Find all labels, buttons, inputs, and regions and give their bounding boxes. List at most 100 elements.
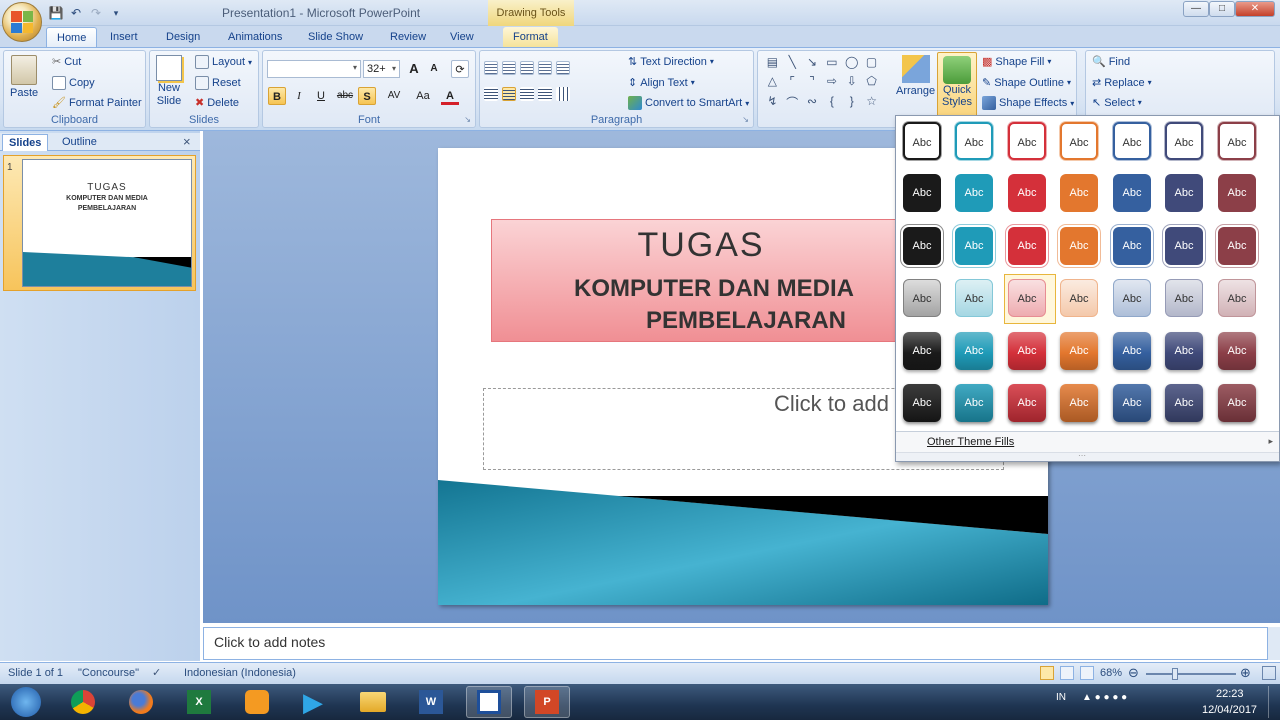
notes-scrollbar[interactable] [1268,627,1280,660]
quick-style-swatch[interactable]: Abc [903,227,941,265]
font-color-button[interactable]: A [441,87,459,105]
align-text-button[interactable]: ⇕ Align Text ▾ [628,76,695,90]
font-name-input[interactable]: ▾ [267,60,361,78]
notes-pane[interactable]: Click to add notes [203,627,1268,660]
zoom-level[interactable]: 68% [1100,667,1122,679]
slide-sorter-icon[interactable] [1060,666,1074,680]
font-size-input[interactable]: 32+ ▾ [363,60,400,78]
decrease-indent-icon[interactable] [520,61,534,75]
quick-style-swatch[interactable]: Abc [1113,332,1151,370]
shape-outline-button[interactable]: ✎ Shape Outline ▾ [982,76,1071,90]
shrink-font-button[interactable]: A [425,60,443,78]
increase-indent-icon[interactable] [538,61,552,75]
convert-to-smartart-button[interactable]: Convert to SmartArt ▾ [628,96,749,110]
quick-style-swatch[interactable]: Abc [1165,384,1203,422]
quick-style-swatch[interactable]: Abc [1060,227,1098,265]
show-desktop-button[interactable] [1268,686,1278,718]
dialog-launcher-icon[interactable]: ↘ [742,115,749,124]
quick-style-swatch[interactable]: Abc [1060,384,1098,422]
character-spacing-button[interactable]: AV [381,87,407,105]
zoom-slider[interactable] [1146,673,1236,675]
tray-icons[interactable]: ▲ ● ● ● ● [1082,692,1127,703]
taskbar-powerpoint[interactable]: P [524,686,570,718]
text-shadow-button[interactable]: S [358,87,376,105]
taskbar-firefox[interactable] [118,686,164,718]
language[interactable]: Indonesian (Indonesia) [184,667,296,679]
tab-format[interactable]: Format [503,27,558,47]
tab-review[interactable]: Review [380,27,436,47]
quick-style-swatch[interactable]: Abc [1060,279,1098,317]
quick-style-swatch[interactable]: Abc [955,174,993,212]
slide-thumbnail[interactable]: TUGAS KOMPUTER DAN MEDIA PEMBELAJARAN [22,159,192,287]
quick-style-swatch[interactable]: Abc [1113,279,1151,317]
quick-style-swatch[interactable]: Abc [1008,332,1046,370]
shapes-gallery[interactable]: ▤ ╲ ↘ ▭ ◯ ▢ △ ⌜ ⌝ ⇨ ⇩ ⬠ ↯ ⌒ ∾ {} ☆ [763,55,881,115]
numbering-icon[interactable] [502,61,516,75]
quick-style-swatch[interactable]: Abc [955,122,993,160]
replace-button[interactable]: ⇄ Replace ▾ [1092,76,1152,90]
quick-style-swatch[interactable]: Abc [1218,122,1256,160]
align-center-icon[interactable] [502,87,516,101]
paste-button[interactable]: Paste [10,55,38,99]
quick-style-swatch[interactable]: Abc [1165,174,1203,212]
bold-button[interactable]: B [268,87,286,105]
title-textbox[interactable]: TUGAS KOMPUTER DAN MEDIA PEMBELAJARAN [491,219,911,342]
strikethrough-button[interactable]: abc [334,87,356,105]
input-language[interactable]: IN [1056,692,1066,703]
underline-button[interactable]: U [312,87,330,105]
format-painter-button[interactable]: 🖌 Format Painter [52,96,142,110]
quick-style-swatch[interactable]: Abc [1218,227,1256,265]
quick-style-swatch[interactable]: Abc [1218,384,1256,422]
quick-style-swatch[interactable]: Abc [1113,122,1151,160]
customize-qat-icon[interactable]: ▾ [108,5,124,21]
quick-style-swatch[interactable]: Abc [1165,279,1203,317]
arrange-button[interactable]: Arrange [896,55,935,97]
tab-slides[interactable]: Slides [2,134,49,151]
tab-slide-show[interactable]: Slide Show [298,27,373,47]
find-button[interactable]: 🔍 Find [1092,55,1130,69]
text-direction-button[interactable]: ⇅ Text Direction ▾ [628,55,714,69]
quick-style-swatch[interactable]: Abc [1113,384,1151,422]
align-left-icon[interactable] [484,87,498,101]
quick-style-swatch[interactable]: Abc [1008,279,1046,317]
quick-style-swatch[interactable]: Abc [903,332,941,370]
bullets-icon[interactable] [484,61,498,75]
spell-check-icon[interactable]: ✓ [152,666,161,679]
delete-slide-button[interactable]: ✖ Delete [195,96,239,110]
quick-style-swatch[interactable]: Abc [955,279,993,317]
tab-home[interactable]: Home [46,27,98,47]
shape-effects-button[interactable]: Shape Effects ▾ [982,96,1074,110]
start-button[interactable] [2,686,50,718]
maximize-button[interactable]: □ [1209,1,1235,17]
zoom-in-icon[interactable]: ⊕ [1240,665,1251,681]
tab-design[interactable]: Design [156,27,210,47]
shape-fill-button[interactable]: ▩ Shape Fill ▾ [982,55,1051,69]
quick-style-swatch[interactable]: Abc [1008,384,1046,422]
taskbar-word[interactable]: W [408,686,454,718]
tab-outline[interactable]: Outline [56,134,103,151]
minimize-button[interactable]: — [1183,1,1209,17]
tab-insert[interactable]: Insert [100,27,148,47]
change-case-button[interactable]: Aa [410,87,436,105]
cut-button[interactable]: ✂ Cut [52,55,81,69]
other-theme-fills-item[interactable]: Other Theme Fills ▸ [896,431,1279,452]
taskbar-media-player[interactable]: ▶ [290,686,336,718]
quick-style-swatch[interactable]: Abc [903,174,941,212]
taskbar-app-active[interactable] [466,686,512,718]
quick-style-swatch[interactable]: Abc [903,384,941,422]
quick-style-swatch[interactable]: Abc [1060,332,1098,370]
layout-button[interactable]: Layout ▾ [195,55,252,69]
quick-style-swatch[interactable]: Abc [903,122,941,160]
tab-view[interactable]: View [440,27,484,47]
quick-style-swatch[interactable]: Abc [955,384,993,422]
undo-icon[interactable]: ↶ [68,5,84,21]
columns-icon[interactable] [556,87,570,101]
quick-style-swatch[interactable]: Abc [1218,279,1256,317]
panel-close-icon[interactable]: × [183,134,191,149]
taskbar-chrome[interactable] [60,686,106,718]
quick-style-swatch[interactable]: Abc [1113,227,1151,265]
close-window-button[interactable]: ✕ [1235,1,1275,17]
gallery-resize-grip[interactable]: ⋯ [896,451,1279,461]
grow-font-button[interactable]: A [405,60,423,78]
quick-style-swatch[interactable]: Abc [1060,122,1098,160]
